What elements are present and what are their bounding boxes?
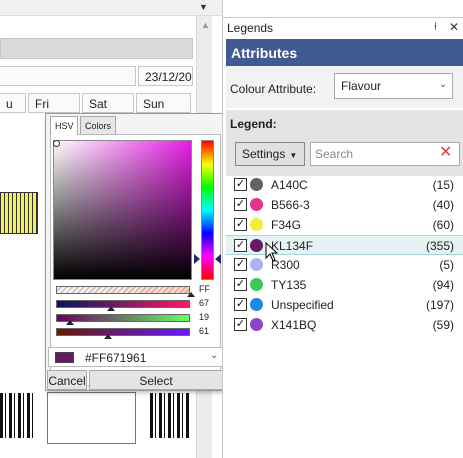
blue-slider-thumb[interactable] [103,334,112,339]
legends-titlebar: Legends ⍿ ✕ [223,17,463,37]
legend-item[interactable]: ✓ X141BQ (59) [226,315,463,335]
colour-attribute-label: Colour Attribute: [230,82,317,96]
legend-color-dot-icon[interactable] [250,178,263,191]
green-value: 19 [199,312,210,322]
legend-item-count: (197) [425,298,454,312]
legend-color-dot-icon[interactable] [250,198,263,211]
hex-color-dropdown[interactable]: #FF671961 ⌄ [48,347,223,367]
green-slider[interactable] [56,314,190,325]
legend-checkbox[interactable]: ✓ [234,218,247,231]
legend-item-count: (94) [432,278,454,292]
legend-item-name: X141BQ [271,318,317,332]
legend-item[interactable]: ✓ Unspecified (197) [226,295,463,315]
red-slider-thumb[interactable] [107,306,116,311]
legend-item-name: F34G [271,218,302,232]
legend-item[interactable]: ✓ F34G (60) [226,215,463,235]
app-window: ▼ 23/12/20 u Fri Sat Sun ▲ HSV Colors FF… [0,0,463,458]
schedule-block[interactable] [0,192,38,234]
panel-title: Legends [227,21,274,35]
hue-marker-right-icon[interactable] [215,254,221,264]
green-slider-thumb[interactable] [66,320,75,325]
hex-color-value: #FF671961 [85,351,147,365]
day-header-fri: Fri [28,93,80,113]
legend-checkbox[interactable]: ✓ [234,278,247,291]
chevron-down-icon[interactable]: ⌄ [439,79,447,90]
current-color-swatch [55,352,74,363]
colour-attribute-value: Flavour [341,79,382,93]
legend-checkbox[interactable]: ✓ [234,258,247,271]
search-input[interactable]: Search [310,142,460,166]
blue-value: 61 [199,326,210,336]
legend-item-count: (355) [425,239,454,253]
legend-checkbox[interactable]: ✓ [234,298,247,311]
legend-item[interactable]: ✓ B566-3 (40) [226,195,463,215]
legends-panel: Legends ⍿ ✕ Attributes Colour Attribute:… [222,0,463,458]
settings-button[interactable]: Settings ▼ [235,142,305,166]
attributes-heading: Attributes [226,39,463,66]
search-placeholder: Search [315,147,354,161]
sv-picker-handle[interactable] [53,140,60,147]
calendar-header-bar [0,38,193,59]
select-button[interactable]: Select [89,370,223,390]
pin-icon[interactable]: ⍿ [434,21,437,34]
clear-search-icon[interactable]: ✕ [439,145,452,161]
legend-color-dot-icon[interactable] [250,258,263,271]
scroll-up-icon[interactable]: ▲ [201,20,210,30]
caret-down-icon: ▼ [289,151,298,160]
close-icon[interactable]: ✕ [449,20,459,34]
schedule-block-striped[interactable] [0,393,36,438]
legend-color-dot-icon[interactable] [250,318,263,331]
chevron-down-icon[interactable]: ⌄ [210,350,218,361]
alpha-slider-thumb[interactable] [187,292,195,297]
tab-colors[interactable]: Colors [80,116,116,134]
legend-item-name: B566-3 [271,198,310,212]
legend-color-dot-icon[interactable] [250,239,263,252]
colour-attribute-select[interactable]: Flavour ⌄ [334,73,453,99]
dropdown-arrow-icon[interactable]: ▼ [199,2,208,12]
alpha-slider[interactable] [56,286,195,297]
hue-slider[interactable] [201,140,214,280]
day-header-sat: Sat [82,93,134,113]
schedule-block-striped[interactable] [150,393,190,438]
legend-color-dot-icon[interactable] [250,298,263,311]
day-header-sun: Sun [136,93,191,113]
legend-item[interactable]: ✓ R300 (5) [226,255,463,275]
alpha-value: FF [199,284,210,294]
legend-item-name: Unspecified [271,298,334,312]
legend-color-dot-icon[interactable] [250,278,263,291]
red-slider[interactable] [56,300,190,311]
legend-checkbox[interactable]: ✓ [234,178,247,191]
legend-item-count: (15) [432,178,454,192]
blue-slider[interactable] [56,328,190,339]
week-header-cell [0,66,136,86]
legend-item[interactable]: ✓ A140C (15) [226,175,463,195]
legend-item-name: A140C [271,178,308,192]
legend-color-dot-icon[interactable] [250,218,263,231]
calendar-toolbar [0,0,222,16]
color-picker-popup: HSV Colors FF 67 19 61 #FF671961 ⌄ Cance… [45,113,225,391]
legend-label: Legend: [230,117,277,131]
legend-item-name: TY135 [271,278,307,292]
legend-checkbox[interactable]: ✓ [234,318,247,331]
mouse-cursor-icon [265,242,279,262]
red-value: 67 [199,298,210,308]
settings-label: Settings [242,147,286,161]
cancel-button[interactable]: Cancel [47,370,87,390]
tab-hsv[interactable]: HSV [50,116,78,135]
legend-item-count: (59) [432,318,454,332]
legend-item-count: (5) [439,258,454,272]
schedule-cell[interactable] [47,392,136,444]
day-header-thu: u [0,93,26,113]
legend-item[interactable]: ✓ TY135 (94) [226,275,463,295]
legend-item[interactable]: ✓ KL134F (355) [226,235,463,255]
week-date-label: 23/12/20 [138,66,193,86]
legend-checkbox[interactable]: ✓ [234,239,247,252]
legend-checkbox[interactable]: ✓ [234,198,247,211]
legend-item-count: (40) [432,198,454,212]
hue-marker-left-icon[interactable] [194,254,200,264]
legend-item-count: (60) [432,218,454,232]
saturation-value-square[interactable] [53,140,192,280]
